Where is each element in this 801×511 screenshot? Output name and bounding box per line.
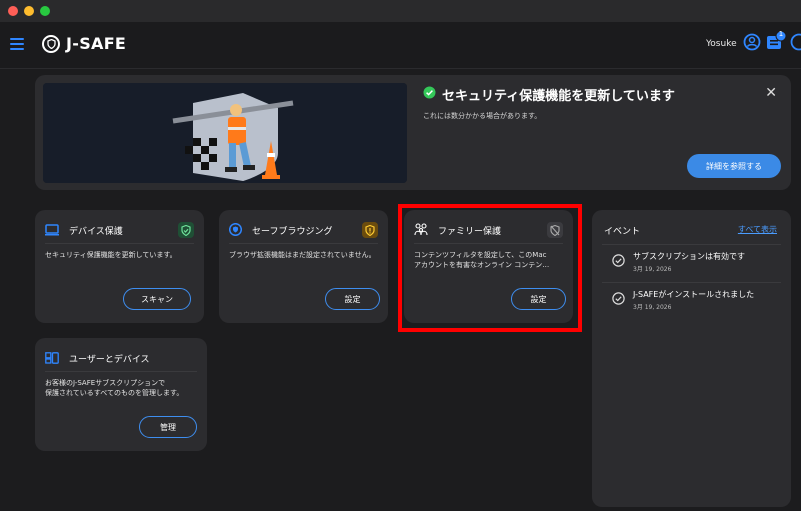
banner-illustration (43, 83, 407, 183)
event-item[interactable]: サブスクリプションは有効です 3月 19, 2026 (612, 252, 781, 273)
users-devices-card: ユーザーとデバイス お客様のJ-SAFEサブスクリプションで 保護されているすべ… (35, 338, 207, 451)
update-banner: セキュリティ保護機能を更新しています これには数分かかる場合があります。 ✕ 詳… (35, 75, 791, 190)
shield-check-icon (178, 222, 194, 238)
laptop-icon (45, 221, 59, 240)
close-window-button[interactable] (8, 6, 18, 16)
event-date: 3月 19, 2026 (633, 304, 672, 311)
highlight-box (398, 204, 582, 332)
safe-browsing-card: セーフブラウジング ブラウザ拡張機能はまだ設定されていません。 設定 (219, 210, 388, 323)
app-header: J-SAFE Yosuke 1 (0, 22, 801, 69)
divider (602, 244, 781, 245)
users-devices-desc: お客様のJ-SAFEサブスクリプションで 保護されているすべてのものを管理します… (45, 378, 197, 398)
users-desc-line-1: お客様のJ-SAFEサブスクリプションで (45, 379, 166, 387)
device-protection-card: デバイス保護 セキュリティ保護機能を更新しています。 スキャン (35, 210, 204, 323)
account-icon[interactable] (743, 33, 761, 55)
show-all-link[interactable]: すべて表示 (738, 224, 777, 235)
check-circle-outline-icon (612, 252, 625, 273)
banner-title-text: セキュリティ保護機能を更新しています (442, 89, 675, 104)
safe-browsing-settings-button[interactable]: 設定 (325, 288, 380, 310)
check-circle-icon (423, 86, 436, 103)
check-circle-outline-icon (612, 290, 625, 311)
event-title: J-SAFEがインストールされました (633, 290, 755, 299)
event-date: 3月 19, 2026 (633, 266, 672, 273)
app-name: J-SAFE (66, 34, 127, 53)
manage-button[interactable]: 管理 (139, 416, 197, 438)
zoom-window-button[interactable] (40, 6, 50, 16)
safe-browsing-title: セーフブラウジング (252, 226, 333, 237)
browser-shield-icon (228, 221, 243, 240)
username[interactable]: Yosuke (706, 39, 737, 49)
close-icon[interactable]: ✕ (765, 85, 777, 101)
device-protection-title: デバイス保護 (69, 226, 123, 237)
window-titlebar (0, 0, 801, 22)
app-logo: J-SAFE (42, 34, 126, 53)
events-title: イベント (604, 227, 641, 237)
event-item[interactable]: J-SAFEがインストールされました 3月 19, 2026 (612, 290, 781, 311)
events-panel: イベント すべて表示 サブスクリプションは有効です 3月 19, 2026 J-… (592, 210, 791, 507)
shield-logo-icon (42, 34, 60, 53)
divider (602, 282, 781, 283)
divider (229, 243, 378, 244)
notification-badge: 1 (778, 30, 784, 38)
menu-icon[interactable] (10, 38, 24, 50)
help-icon[interactable] (790, 33, 801, 55)
safe-browsing-desc: ブラウザ拡張機能はまだ設定されていません。 (229, 251, 376, 259)
minimize-window-button[interactable] (24, 6, 34, 16)
scan-button[interactable]: スキャン (123, 288, 191, 310)
divider (45, 243, 194, 244)
devices-icon (45, 349, 59, 368)
divider (45, 371, 197, 372)
device-protection-desc: セキュリティ保護機能を更新しています。 (45, 251, 177, 259)
users-devices-title: ユーザーとデバイス (69, 354, 150, 365)
notifications-icon[interactable]: 1 (765, 30, 787, 56)
banner-title: セキュリティ保護機能を更新しています (423, 85, 675, 104)
details-button[interactable]: 詳細を参照する (687, 154, 781, 178)
users-desc-line-2: 保護されているすべてのものを管理します。 (45, 389, 184, 397)
event-title: サブスクリプションは有効です (633, 252, 745, 261)
banner-subtitle: これには数分かかる場合があります。 (423, 112, 542, 120)
shield-warning-icon (362, 222, 378, 238)
